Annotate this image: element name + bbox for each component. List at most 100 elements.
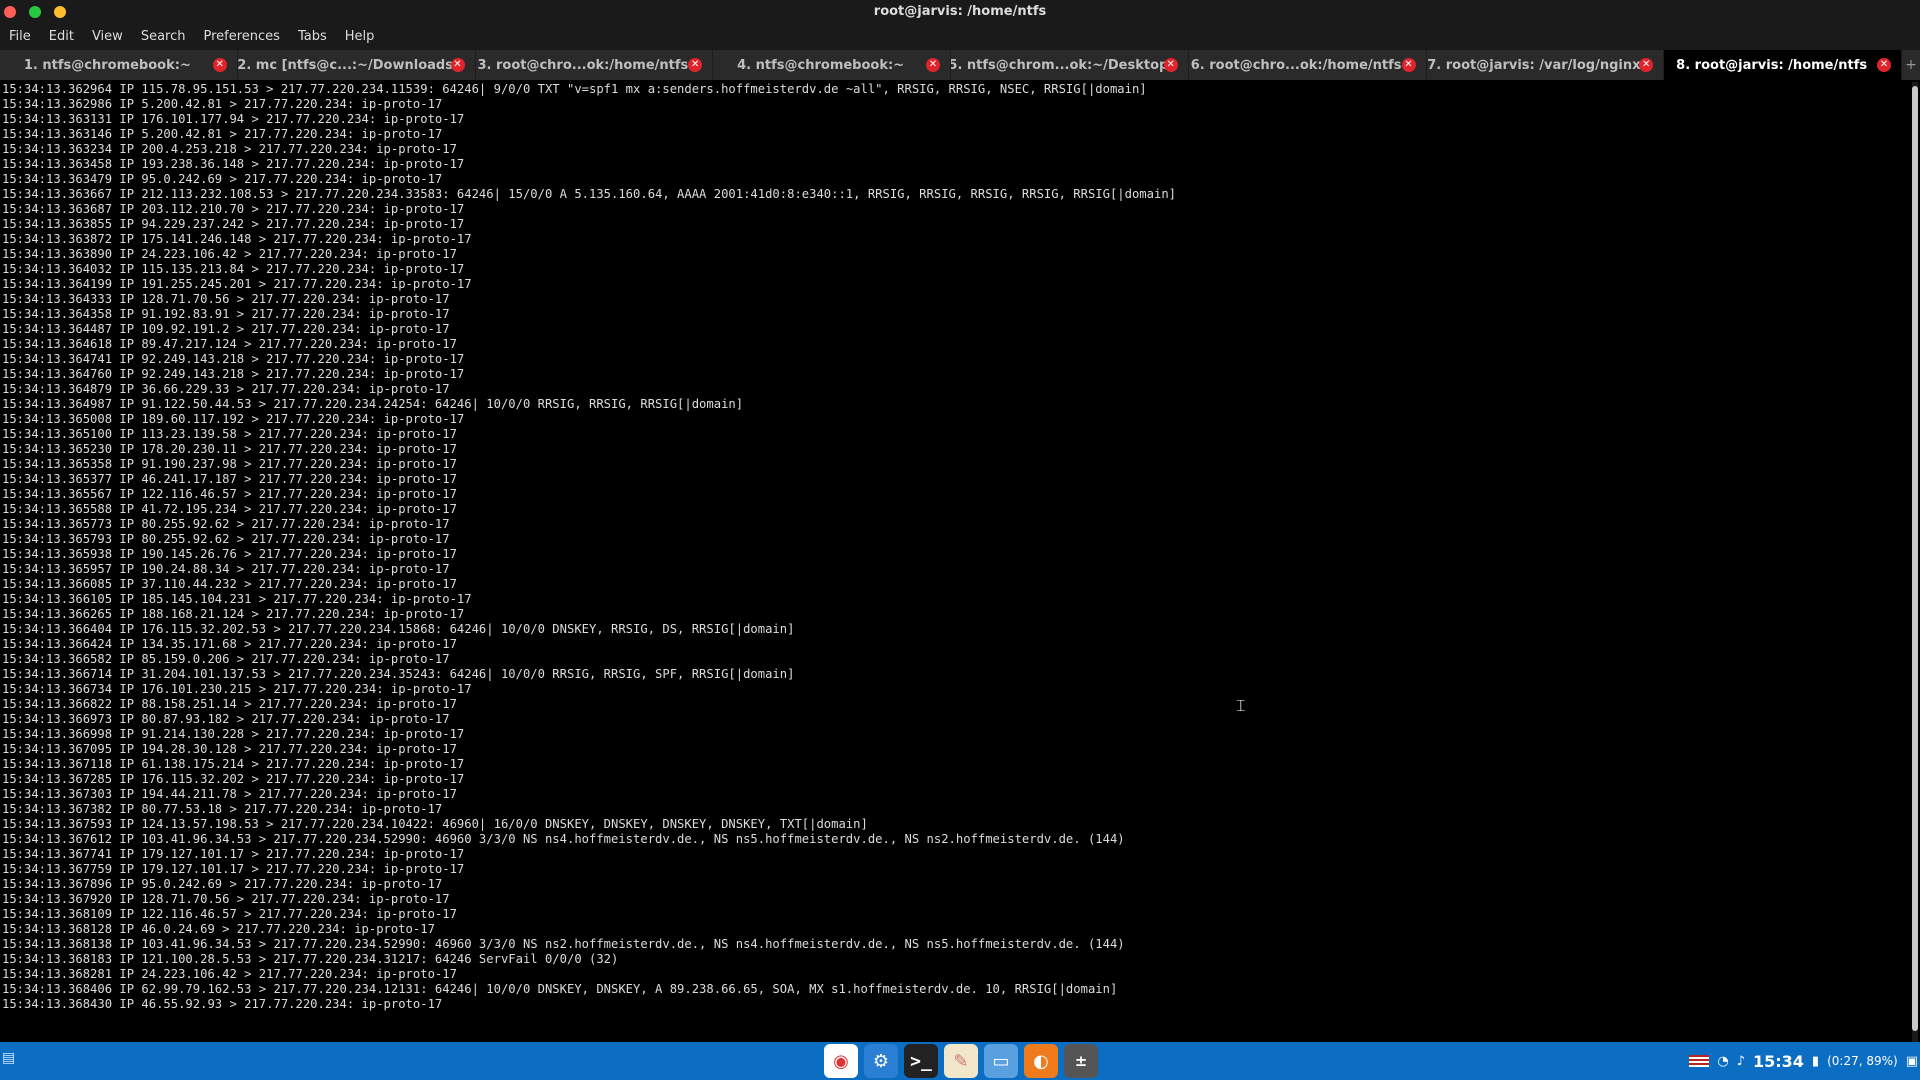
- terminal-icon[interactable]: >_: [904, 1044, 938, 1078]
- terminal-line: 15:34:13.365008 IP 189.60.117.192 > 217.…: [2, 412, 465, 426]
- scrollbar-thumb[interactable]: [1912, 86, 1918, 1031]
- terminal-line: 15:34:13.363131 IP 176.101.177.94 > 217.…: [2, 112, 465, 126]
- terminal-line: 15:34:13.362964 IP 115.78.95.151.53 > 21…: [2, 82, 1147, 96]
- terminal-line: 15:34:13.368138 IP 103.41.96.34.53 > 217…: [2, 937, 1125, 951]
- terminal-line: 15:34:13.364199 IP 191.255.245.201 > 217…: [2, 277, 472, 291]
- calculator-icon[interactable]: ±: [1064, 1044, 1098, 1078]
- terminal-line: 15:34:13.366085 IP 37.110.44.232 > 217.7…: [2, 577, 457, 591]
- battery-status: (0:27, 89%): [1827, 1054, 1898, 1068]
- settings-gear-icon[interactable]: ⚙: [864, 1044, 898, 1078]
- menu-edit[interactable]: Edit: [40, 26, 83, 50]
- chrome-beta-icon[interactable]: ◉: [824, 1044, 858, 1078]
- terminal-line: 15:34:13.366404 IP 176.115.32.202.53 > 2…: [2, 622, 795, 636]
- tab-7[interactable]: 7. root@jarvis: /var/log/nginx ✕: [1427, 50, 1665, 80]
- terminal-line: 15:34:13.367896 IP 95.0.242.69 > 217.77.…: [2, 877, 443, 891]
- terminal-line: 15:34:13.367382 IP 80.77.53.18 > 217.77.…: [2, 802, 443, 816]
- terminal-line: 15:34:13.365773 IP 80.255.92.62 > 217.77…: [2, 517, 450, 531]
- tab-label: 6. root@chro...ok:/home/ntfs: [1190, 57, 1402, 73]
- terminal-line: 15:34:13.365567 IP 122.116.46.57 > 217.7…: [2, 487, 457, 501]
- terminal-line: 15:34:13.364032 IP 115.135.213.84 > 217.…: [2, 262, 465, 276]
- us-flag-icon[interactable]: [1689, 1055, 1710, 1067]
- tab-3[interactable]: 3. root@chro...ok:/home/ntfs ✕: [476, 50, 714, 80]
- menu-help[interactable]: Help: [336, 26, 384, 50]
- files-icon[interactable]: ▭: [984, 1044, 1018, 1078]
- terminal-line: 15:34:13.366582 IP 85.159.0.206 > 217.77…: [2, 652, 450, 666]
- terminal-line: 15:34:13.368281 IP 24.223.106.42 > 217.7…: [2, 967, 457, 981]
- menu-bar: File Edit View Search Preferences Tabs H…: [0, 26, 1920, 50]
- terminal-line: 15:34:13.366424 IP 134.35.171.68 > 217.7…: [2, 637, 457, 651]
- terminal-line: 15:34:13.363146 IP 5.200.42.81 > 217.77.…: [2, 127, 443, 141]
- terminal-line: 15:34:13.367593 IP 124.13.57.198.53 > 21…: [2, 817, 868, 831]
- terminal-line: 15:34:13.367303 IP 194.44.211.78 > 217.7…: [2, 787, 457, 801]
- terminal-line: 15:34:13.364333 IP 128.71.70.56 > 217.77…: [2, 292, 450, 306]
- terminal-line: 15:34:13.367118 IP 61.138.175.214 > 217.…: [2, 757, 465, 771]
- terminal-line: 15:34:13.365230 IP 178.20.230.11 > 217.7…: [2, 442, 457, 456]
- menu-file[interactable]: File: [0, 26, 40, 50]
- tab-close-icon[interactable]: ✕: [1163, 58, 1178, 72]
- notification-icon[interactable]: ▣: [1906, 1054, 1918, 1069]
- tab-close-icon[interactable]: ✕: [450, 58, 465, 72]
- terminal-line: 15:34:13.364618 IP 89.47.217.124 > 217.7…: [2, 337, 457, 351]
- tab-4[interactable]: 4. ntfs@chromebook:~ ✕: [713, 50, 951, 80]
- terminal-line: 15:34:13.368183 IP 121.100.28.5.53 > 217…: [2, 952, 619, 966]
- terminal-line: 15:34:13.366105 IP 185.145.104.231 > 217…: [2, 592, 472, 606]
- tab-label: 7. root@jarvis: /var/log/nginx: [1427, 57, 1641, 73]
- terminal-line: 15:34:13.367095 IP 194.28.30.128 > 217.7…: [2, 742, 457, 756]
- tab-bar: 1. ntfs@chromebook:~ ✕ 2. mc [ntfs@c...:~…: [0, 50, 1920, 80]
- terminal-line: 15:34:13.365358 IP 91.190.237.98 > 217.7…: [2, 457, 457, 471]
- taskbar: ▤ ◉ ⚙ >_ ✎ ▭ ◐ ± ◔ ♪ 15:34 ▮ (0:27, 89%)…: [0, 1042, 1920, 1080]
- terminal-line: 15:34:13.366734 IP 176.101.230.215 > 217…: [2, 682, 472, 696]
- wifi-icon[interactable]: ◔: [1717, 1054, 1728, 1069]
- menu-search[interactable]: Search: [132, 26, 195, 50]
- terminal-line: 15:34:13.366973 IP 80.87.93.182 > 217.77…: [2, 712, 450, 726]
- terminal-line: 15:34:13.363890 IP 24.223.106.42 > 217.7…: [2, 247, 457, 261]
- tab-close-icon[interactable]: ✕: [926, 58, 940, 72]
- terminal-line: 15:34:13.363872 IP 175.141.246.148 > 217…: [2, 232, 472, 246]
- terminal-line: 15:34:13.363687 IP 203.112.210.70 > 217.…: [2, 202, 465, 216]
- tab-1[interactable]: 1. ntfs@chromebook:~ ✕: [0, 50, 238, 80]
- terminal-line: 15:34:13.363234 IP 200.4.253.218 > 217.7…: [2, 142, 457, 156]
- terminal-line: 15:34:13.366822 IP 88.158.251.14 > 217.7…: [2, 697, 457, 711]
- dock: ◉ ⚙ >_ ✎ ▭ ◐ ±: [824, 1044, 1098, 1078]
- terminal-line: 15:34:13.368406 IP 62.99.79.162.53 > 217…: [2, 982, 1118, 996]
- notes-icon[interactable]: ✎: [944, 1044, 978, 1078]
- window-title: root@jarvis: /home/ntfs: [873, 4, 1047, 19]
- tab-label: 3. root@chro...ok:/home/ntfs: [477, 57, 689, 73]
- new-tab-icon[interactable]: +: [1902, 50, 1920, 80]
- terminal-line: 15:34:13.367759 IP 179.127.101.17 > 217.…: [2, 862, 465, 876]
- app-launcher-icon[interactable]: ▤: [2, 1050, 18, 1070]
- tab-close-icon[interactable]: ✕: [1639, 58, 1654, 72]
- terminal-line: 15:34:13.364358 IP 91.192.83.91 > 217.77…: [2, 307, 450, 321]
- terminal-output[interactable]: 15:34:13.362964 IP 115.78.95.151.53 > 21…: [0, 82, 1910, 1042]
- tab-close-icon[interactable]: ✕: [1401, 58, 1416, 72]
- menu-preferences[interactable]: Preferences: [194, 26, 288, 50]
- terminal-line: 15:34:13.365793 IP 80.255.92.62 > 217.77…: [2, 532, 450, 546]
- menu-tabs[interactable]: Tabs: [289, 26, 336, 50]
- menu-view[interactable]: View: [83, 26, 132, 50]
- terminal-line: 15:34:13.364879 IP 36.66.229.33 > 217.77…: [2, 382, 450, 396]
- terminal-line: 15:34:13.364760 IP 92.249.143.218 > 217.…: [2, 367, 465, 381]
- terminal-scrollbar[interactable]: [1912, 82, 1918, 1042]
- terminal-line: 15:34:13.364987 IP 91.122.50.44.53 > 217…: [2, 397, 744, 411]
- tab-close-icon[interactable]: ✕: [688, 58, 703, 72]
- terminal-line: 15:34:13.366265 IP 188.168.21.124 > 217.…: [2, 607, 465, 621]
- system-tray: ◔ ♪ 15:34 ▮ (0:27, 89%) ▣: [1689, 1042, 1918, 1080]
- terminal-line: 15:34:13.368430 IP 46.55.92.93 > 217.77.…: [2, 997, 443, 1011]
- tab-8-active[interactable]: 8. root@jarvis: /home/ntfs ✕: [1664, 50, 1902, 80]
- firefox-icon[interactable]: ◐: [1024, 1044, 1058, 1078]
- clock[interactable]: 15:34: [1753, 1052, 1804, 1071]
- tab-close-icon[interactable]: ✕: [1877, 58, 1891, 72]
- terminal-line: 15:34:13.363458 IP 193.238.36.148 > 217.…: [2, 157, 465, 171]
- volume-icon[interactable]: ♪: [1737, 1054, 1745, 1069]
- terminal-line: 15:34:13.365588 IP 41.72.195.234 > 217.7…: [2, 502, 457, 516]
- tab-6[interactable]: 6. root@chro...ok:/home/ntfs ✕: [1189, 50, 1427, 80]
- tab-label: 1. ntfs@chromebook:~: [23, 57, 191, 73]
- terminal-line: 15:34:13.367741 IP 179.127.101.17 > 217.…: [2, 847, 465, 861]
- tab-close-icon[interactable]: ✕: [212, 58, 227, 72]
- terminal-line: 15:34:13.367285 IP 176.115.32.202 > 217.…: [2, 772, 465, 786]
- terminal-line: 15:34:13.365100 IP 113.23.139.58 > 217.7…: [2, 427, 457, 441]
- tab-2[interactable]: 2. mc [ntfs@c...:~/Downloads ✕: [238, 50, 476, 80]
- tab-5[interactable]: 5. ntfs@chrom...ok:~/Desktop ✕: [951, 50, 1189, 80]
- terminal-line: 15:34:13.367612 IP 103.41.96.34.53 > 217…: [2, 832, 1125, 846]
- tab-label: 4. ntfs@chromebook:~: [737, 57, 905, 73]
